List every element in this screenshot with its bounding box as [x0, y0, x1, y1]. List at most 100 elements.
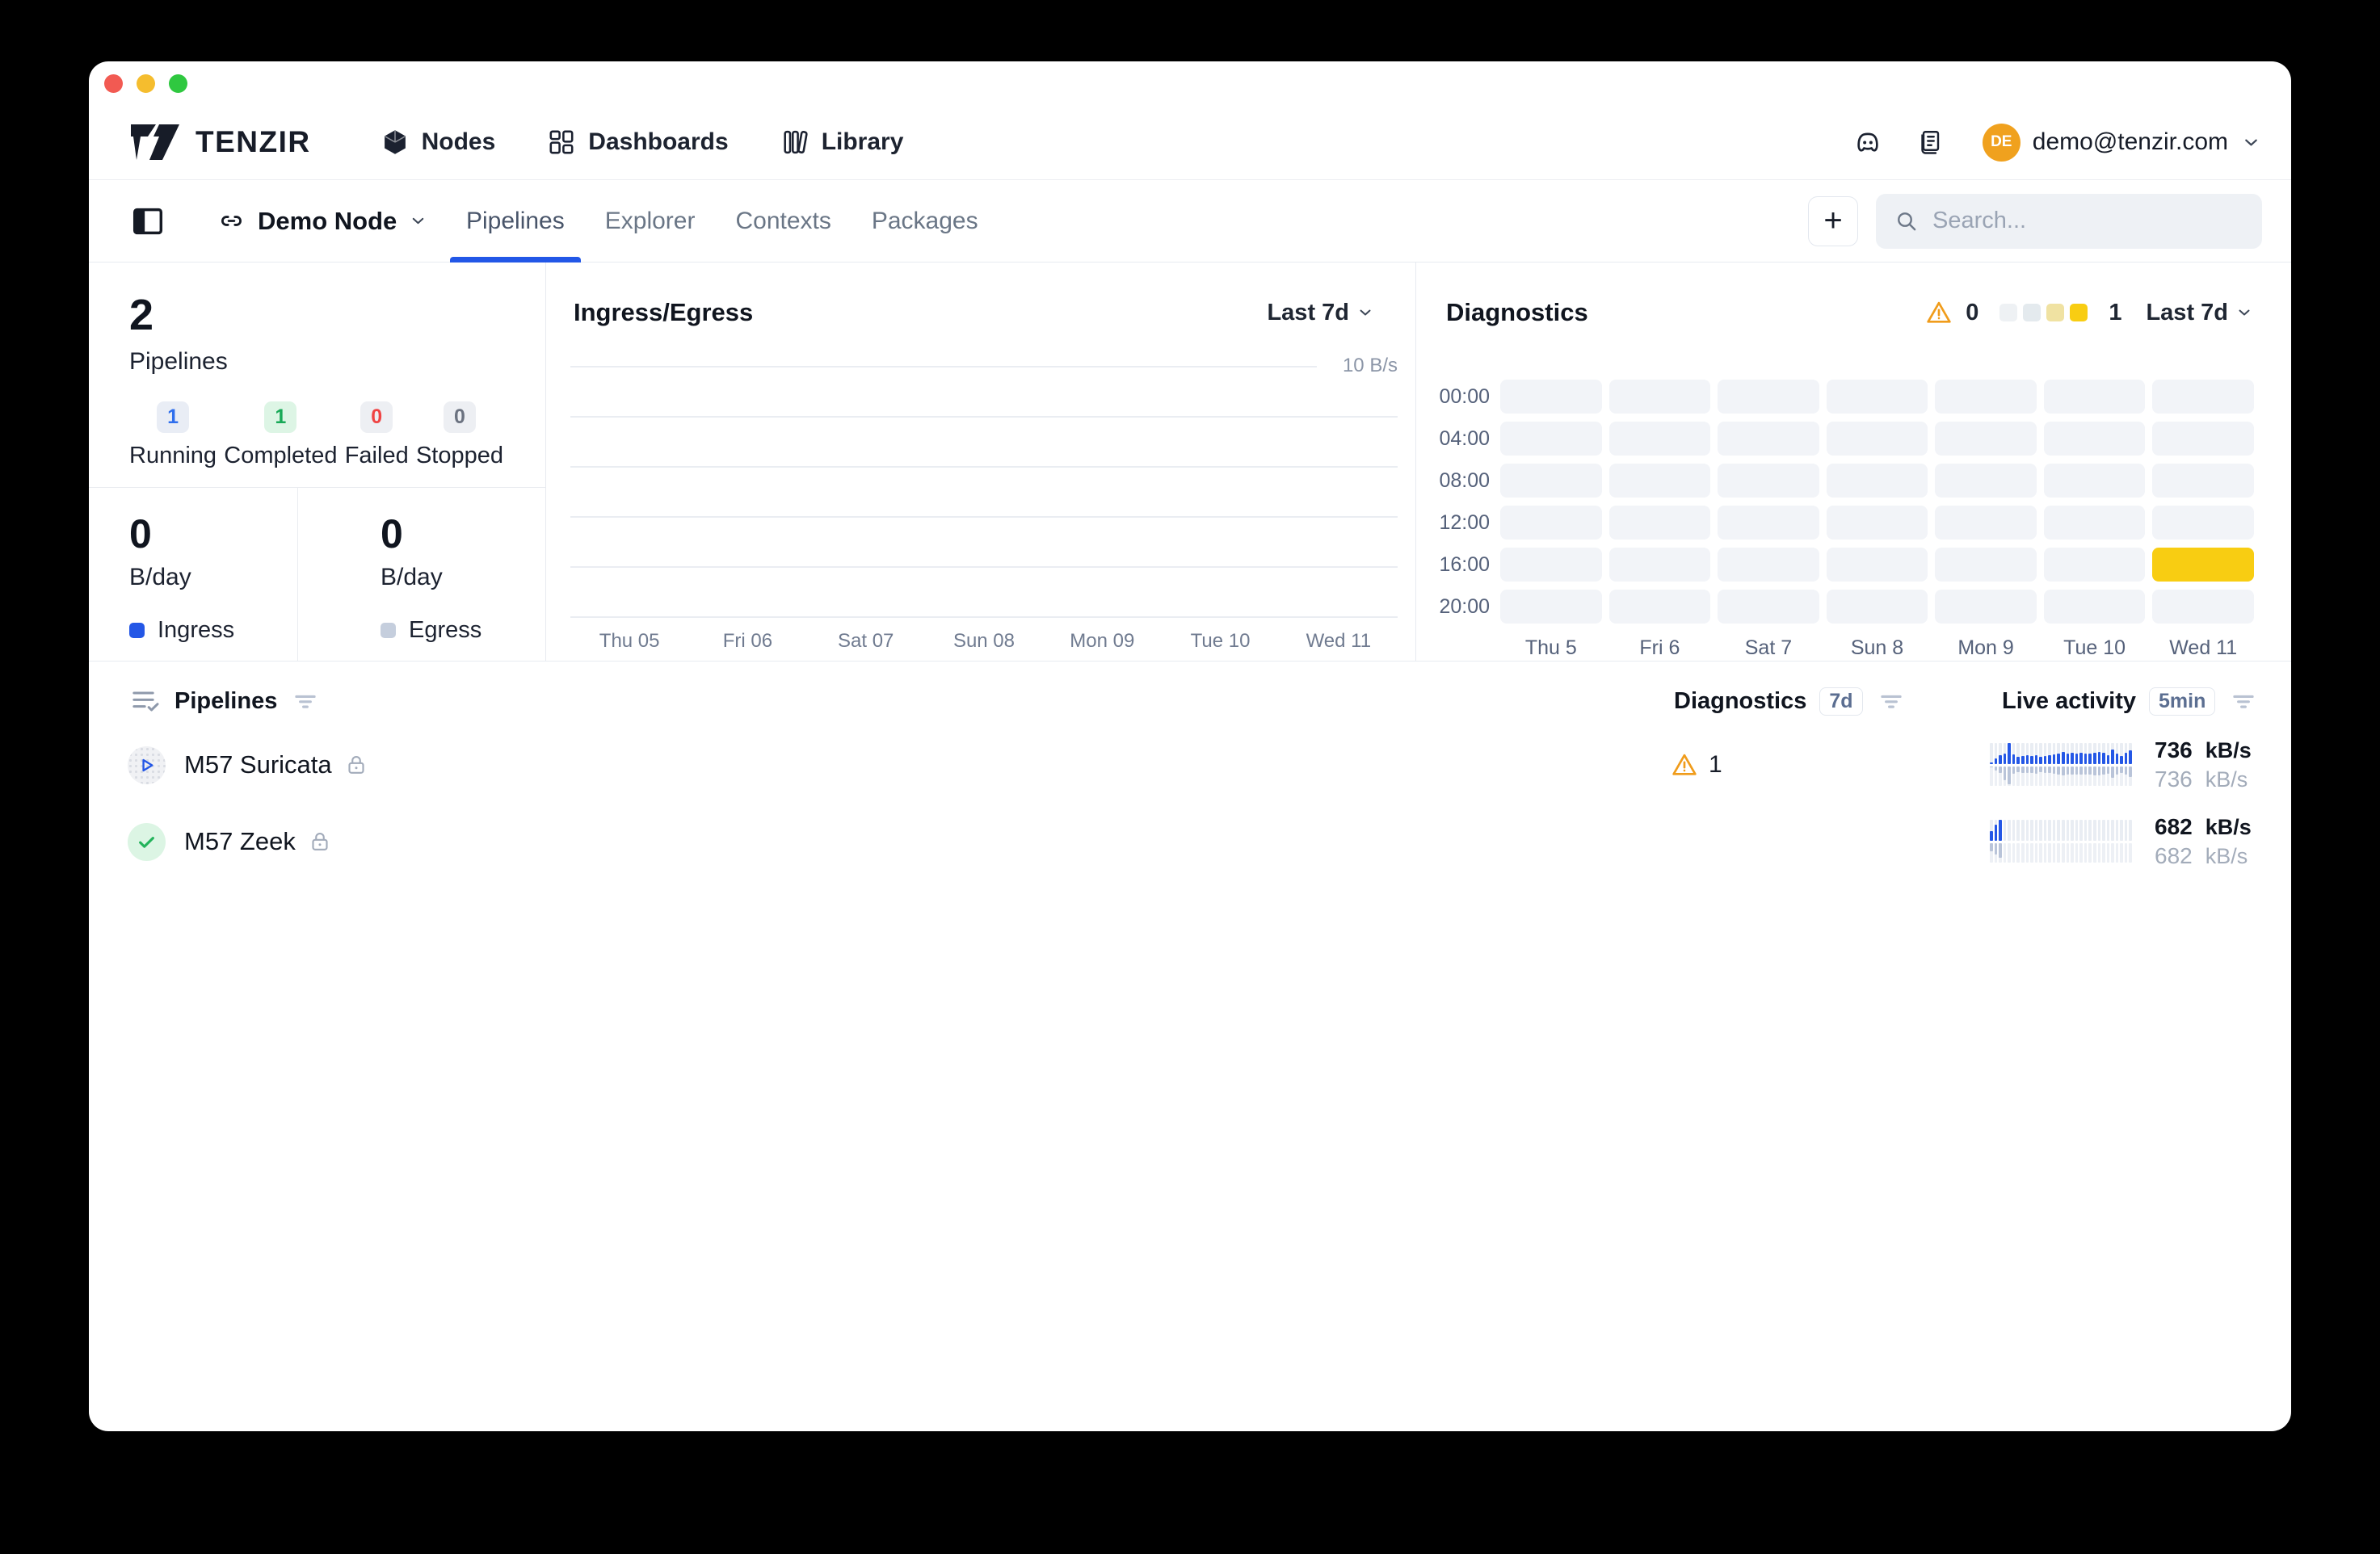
legend-swatch [1999, 304, 2017, 321]
heatmap-cell[interactable] [1935, 380, 2037, 414]
minimize-window-button[interactable] [137, 74, 155, 93]
heatmap-cell[interactable] [1500, 506, 1602, 540]
heatmap-cell[interactable] [1827, 590, 1928, 624]
docs-icon[interactable] [1916, 128, 1945, 157]
heatmap-cell[interactable] [1827, 548, 1928, 582]
heatmap-cell[interactable] [1500, 590, 1602, 624]
live-activity-range-badge[interactable]: 5min [2149, 687, 2215, 716]
heatmap-cell[interactable] [1935, 464, 2037, 498]
sparkline-slot [2062, 743, 2065, 787]
heatmap-cell[interactable] [1718, 380, 1819, 414]
heatmap-cell[interactable] [2152, 590, 2254, 624]
pipeline-status-icon[interactable] [128, 823, 166, 861]
tab-packages[interactable]: Packages [856, 180, 994, 262]
heatmap-cell[interactable] [1827, 464, 1928, 498]
heatmap-cell[interactable] [1935, 506, 2037, 540]
heatmap-cell[interactable] [2044, 422, 2146, 456]
heatmap-cell[interactable] [1609, 422, 1711, 456]
add-pipeline-button[interactable]: + [1808, 196, 1858, 246]
pipeline-name[interactable]: M57 Suricata [184, 750, 332, 779]
heatmap-cell[interactable] [1718, 464, 1819, 498]
nav-item-dashboards[interactable]: Dashboards [547, 128, 728, 157]
nav-item-label: Dashboards [588, 128, 728, 156]
heatmap-cell[interactable] [1718, 548, 1819, 582]
sparkline-slot [2093, 743, 2096, 787]
heatmap-cell[interactable] [2152, 548, 2254, 582]
account-menu[interactable]: DE demo@tenzir.com [1983, 124, 2262, 162]
pipeline-name-cell: M57 Zeek [184, 812, 332, 872]
heatmap-cell[interactable] [1609, 380, 1711, 414]
heatmap-day-labels: Thu 5Fri 6Sat 7Sun 8Mon 9Tue 10Wed 11 [1416, 636, 2254, 660]
link-icon [217, 206, 246, 236]
status-count-badge: 0 [360, 401, 393, 433]
heatmap-time-label: 08:00 [1416, 464, 1493, 498]
filter-icon[interactable] [290, 686, 321, 716]
tenzir-logo[interactable]: TENZIR [129, 120, 311, 165]
heatmap-cell[interactable] [1827, 380, 1928, 414]
status-label: Failed [345, 443, 409, 469]
close-window-button[interactable] [104, 74, 123, 93]
heatmap-cell[interactable] [2044, 380, 2146, 414]
diagnostics-range-dropdown[interactable]: Last 7d [2146, 300, 2254, 326]
tab-contexts[interactable]: Contexts [719, 180, 847, 262]
rate-secondary: 736 [2155, 766, 2193, 792]
nav-item-library[interactable]: Library [780, 128, 904, 157]
heatmap-cell[interactable] [2044, 548, 2146, 582]
discord-icon[interactable] [1852, 126, 1884, 158]
heatmap-cell[interactable] [2152, 464, 2254, 498]
diagnostics-range-badge[interactable]: 7d [1819, 687, 1862, 716]
sidebar-toggle-icon[interactable] [129, 203, 166, 240]
select-all-icon[interactable] [129, 685, 162, 717]
heatmap-cell[interactable] [2044, 590, 2146, 624]
heatmap-cell[interactable] [1935, 590, 2037, 624]
heatmap-cell[interactable] [1827, 506, 1928, 540]
heatmap-cell[interactable] [1609, 548, 1711, 582]
heatmap-cell[interactable] [1500, 380, 1602, 414]
pipeline-name[interactable]: M57 Zeek [184, 827, 296, 856]
heatmap-cell[interactable] [1609, 464, 1711, 498]
search-icon [1894, 208, 1920, 234]
stat-unit: B/day [381, 564, 545, 591]
sparkline-slot [2084, 743, 2088, 787]
heatmap-cell[interactable] [1718, 422, 1819, 456]
sparkline-slot [2125, 743, 2128, 787]
sparkline-slot [2026, 743, 2029, 787]
ingress-egress-panel: Ingress/Egress Last 7d 10 B/s Thu 05Fri … [546, 262, 1416, 661]
heatmap-cell[interactable] [1500, 464, 1602, 498]
filter-icon[interactable] [1876, 686, 1907, 716]
pipelines-column-header: Pipelines [175, 688, 277, 715]
heatmap-cell[interactable] [1609, 506, 1711, 540]
sparkline-slot [2039, 743, 2042, 787]
heatmap-cell[interactable] [2044, 464, 2146, 498]
sparkline-slot [2079, 820, 2083, 863]
node-selector[interactable]: Demo Node [217, 206, 428, 236]
tab-pipelines[interactable]: Pipelines [450, 180, 581, 262]
warning-icon [1671, 751, 1698, 779]
heatmap-cell[interactable] [1827, 422, 1928, 456]
window-controls [104, 74, 187, 93]
heatmap-cell[interactable] [1935, 422, 2037, 456]
stat-value: 0 [381, 514, 545, 554]
nav-item-nodes[interactable]: Nodes [381, 128, 496, 157]
heatmap-cell[interactable] [1609, 590, 1711, 624]
tab-explorer[interactable]: Explorer [589, 180, 712, 262]
heatmap-cell[interactable] [1718, 590, 1819, 624]
filter-icon[interactable] [2228, 686, 2259, 716]
chart-range-dropdown[interactable]: Last 7d [1267, 300, 1375, 326]
search-input[interactable] [1932, 208, 2244, 234]
heatmap-cell[interactable] [2152, 506, 2254, 540]
heatmap-cell[interactable] [2152, 422, 2254, 456]
heatmap-cell[interactable] [1500, 548, 1602, 582]
heatmap-cell[interactable] [2044, 506, 2146, 540]
status-stopped: 0Stopped [416, 401, 503, 469]
rate-secondary-unit: kB/s [2205, 844, 2252, 869]
zoom-window-button[interactable] [169, 74, 187, 93]
heatmap-cell[interactable] [1718, 506, 1819, 540]
heatmap-cell[interactable] [2152, 380, 2254, 414]
heatmap-cell[interactable] [1500, 422, 1602, 456]
diagnostics-heatmap: 00:0004:0008:0012:0016:0020:00 [1416, 380, 2254, 624]
rate-primary: 682 [2155, 814, 2193, 840]
heatmap-cell[interactable] [1935, 548, 2037, 582]
pipeline-status-icon[interactable] [128, 746, 166, 784]
stat-value: 0 [129, 514, 297, 554]
